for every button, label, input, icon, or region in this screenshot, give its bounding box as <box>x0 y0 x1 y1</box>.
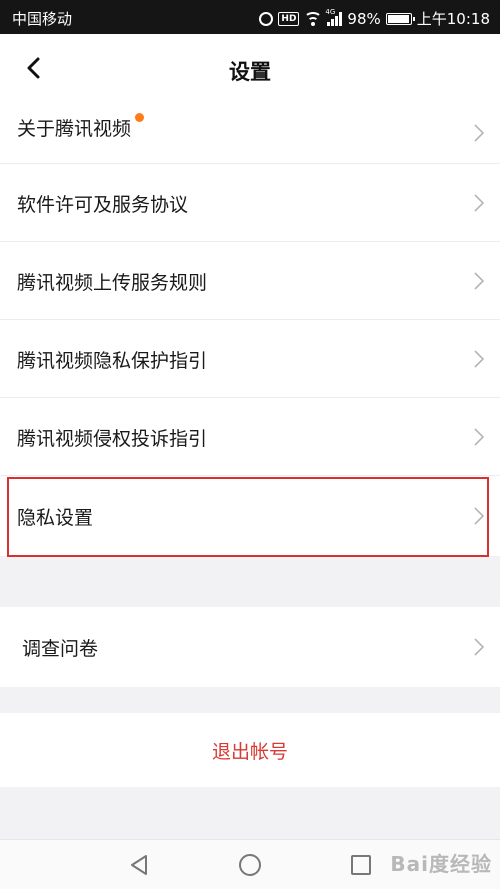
settings-item-about[interactable]: 关于腾讯视频 <box>0 102 500 164</box>
nav-home-button[interactable] <box>237 852 263 878</box>
circle-home-icon <box>239 854 261 876</box>
signal-icon: 4G <box>325 8 343 26</box>
notification-dot <box>135 112 145 122</box>
nav-recents-button[interactable] <box>348 852 374 878</box>
battery-icon <box>385 12 415 25</box>
settings-item-label: 调查问卷 <box>22 637 99 660</box>
settings-item-privacy-guide[interactable]: 腾讯视频隐私保护指引 <box>0 320 500 398</box>
square-recents-icon <box>351 855 371 875</box>
network-type: 4G <box>325 7 336 16</box>
settings-item-upload-rules[interactable]: 腾讯视频上传服务规则 <box>0 242 500 320</box>
settings-item-label: 腾讯视频隐私保护指引 <box>17 349 208 372</box>
highlight-box <box>7 477 489 557</box>
settings-item-infringement-guide[interactable]: 腾讯视频侵权投诉指引 <box>0 398 500 476</box>
settings-item-label: 关于腾讯视频 <box>17 117 132 140</box>
status-bar: 中国移动 HD 4G 98% 上午10:18 <box>0 0 500 34</box>
settings-item-label: 腾讯视频侵权投诉指引 <box>17 427 208 450</box>
chevron-right-icon <box>474 194 484 212</box>
chevron-right-icon <box>474 428 484 446</box>
settings-item-label: 软件许可及服务协议 <box>17 193 189 216</box>
page-title: 设置 <box>229 60 271 84</box>
survey-section: 调查问卷 <box>0 607 500 687</box>
wifi-icon <box>304 11 323 26</box>
carrier-name: 中国移动 <box>12 10 73 28</box>
nav-back-button[interactable] <box>126 852 152 878</box>
settings-item-survey[interactable]: 调查问卷 <box>0 607 500 687</box>
chevron-right-icon <box>474 638 484 656</box>
chevron-right-icon <box>474 124 484 142</box>
triangle-back-icon <box>131 855 147 875</box>
alarm-icon <box>259 11 274 26</box>
chevron-right-icon <box>474 350 484 368</box>
hd-badge: HD <box>278 11 300 26</box>
settings-item-license[interactable]: 软件许可及服务协议 <box>0 164 500 242</box>
status-icons: HD 4G 98% 上午10:18 <box>259 8 490 29</box>
system-nav-bar: Bai度经验 <box>0 839 500 889</box>
logout-label: 退出帐号 <box>211 740 288 763</box>
app-header: 设置 <box>0 34 500 102</box>
chevron-right-icon <box>474 272 484 290</box>
battery-percent: 98% <box>347 9 381 28</box>
logout-button[interactable]: 退出帐号 <box>0 713 500 787</box>
settings-item-label: 腾讯视频上传服务规则 <box>17 271 208 294</box>
watermark: Bai度经验 <box>390 852 492 876</box>
clock-time: 上午10:18 <box>416 10 490 28</box>
